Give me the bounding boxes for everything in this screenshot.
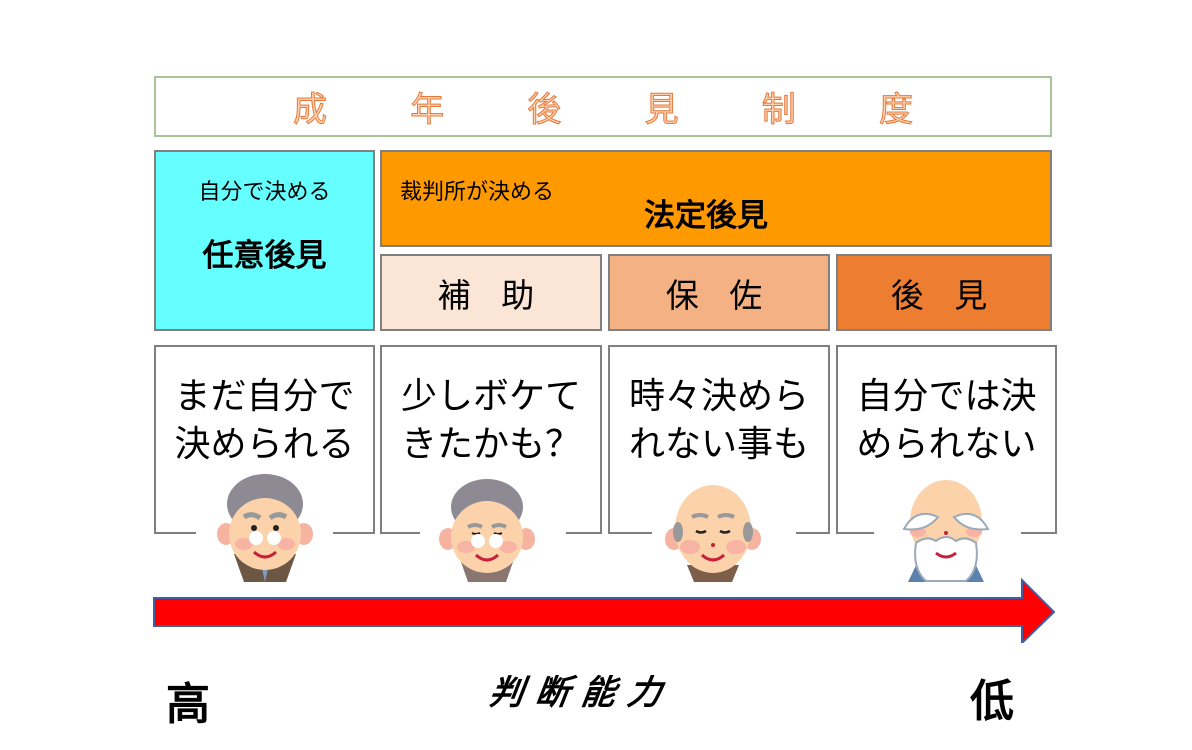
type-curatorship-box: 保 佐 [608, 254, 830, 331]
axis-label: 判断能力 [486, 673, 677, 713]
stage-text: 時々決めら れない事も [628, 376, 809, 465]
axis-high-label: 高 [166, 679, 210, 730]
voluntary-sub-label: 自分で決める [198, 180, 331, 205]
elderly-man-smiling-icon [439, 479, 535, 582]
statutory-guardianship-box: 裁判所が決める 法定後見 [380, 150, 1052, 247]
axis-low-label: 低 [970, 676, 1014, 727]
elderly-man-glasses-icon [217, 474, 313, 582]
judgment-capacity-arrow [153, 577, 1056, 643]
type-label: 保 佐 [665, 275, 773, 315]
title-char: 成 [293, 90, 328, 131]
arrow-shape [153, 577, 1056, 643]
elderly-man-beard-icon [902, 480, 990, 582]
title-char: 度 [878, 90, 913, 131]
title-banner: 成 年 後 見 制 度 [154, 76, 1052, 137]
title-char: 後 [527, 90, 562, 131]
statutory-main-label: 法定後見 [644, 198, 768, 234]
stage-text: まだ自分で 決められる [174, 376, 355, 465]
stage-text: 少しボケて きたかも？ [400, 376, 581, 465]
type-assistance-box: 補 助 [380, 254, 602, 331]
title-char: 制 [761, 90, 796, 131]
elderly-man-bald-icon [665, 485, 761, 582]
type-guardianship-box: 後 見 [836, 254, 1052, 331]
title-char: 見 [644, 90, 679, 131]
statutory-sub-label: 裁判所が決める [400, 180, 555, 205]
voluntary-main-label: 任意後見 [202, 238, 327, 274]
type-label: 補 助 [437, 275, 545, 315]
title-char: 年 [410, 90, 445, 131]
type-label: 後 見 [890, 275, 998, 315]
voluntary-guardianship-box: 自分で決める 任意後見 [154, 150, 375, 331]
stage-text: 自分では決 められない [856, 376, 1037, 465]
